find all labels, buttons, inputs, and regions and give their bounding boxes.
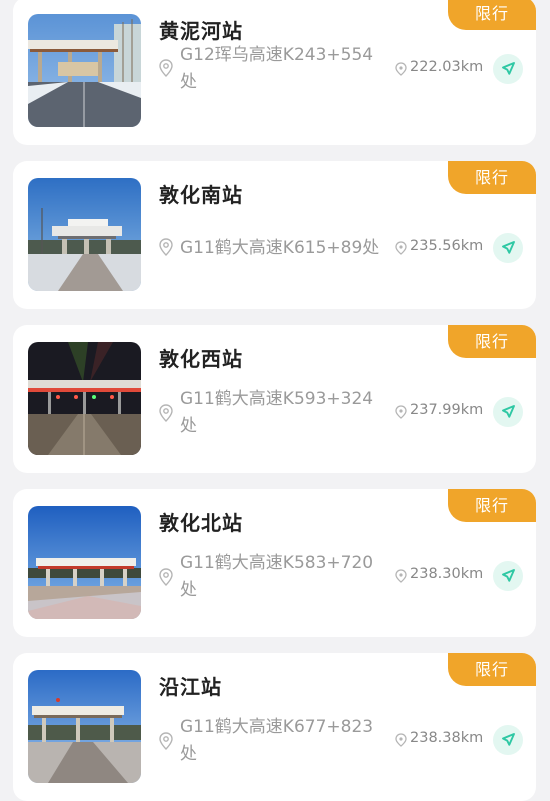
station-photo — [28, 670, 141, 783]
location-pin-icon — [159, 404, 173, 422]
station-distance: 238.30km — [410, 566, 484, 582]
navigate-button[interactable] — [493, 54, 523, 84]
station-photo — [28, 506, 141, 619]
distance-pin-icon — [395, 569, 407, 583]
station-name: 沿江站 — [159, 675, 222, 699]
station-distance: 235.56km — [410, 238, 484, 254]
station-distance: 237.99km — [410, 402, 484, 418]
station-address: G11鹤大高速K583+720处 — [180, 553, 374, 600]
distance-pin-icon — [395, 62, 407, 76]
restriction-badge: 限行 — [448, 489, 536, 522]
station-card[interactable]: 敦化北站 G11鹤大高速K583+720处 238.30km 限行 — [13, 489, 536, 637]
station-address: G12珲乌高速K243+554处 — [180, 45, 374, 92]
restriction-badge: 限行 — [448, 325, 536, 358]
station-address: G11鹤大高速K615+89处 — [180, 238, 380, 258]
navigation-arrow-icon — [502, 241, 515, 254]
navigate-button[interactable] — [493, 561, 523, 591]
station-address: G11鹤大高速K677+823处 — [180, 717, 374, 764]
location-pin-icon — [159, 732, 173, 750]
location-pin-icon — [159, 238, 173, 256]
restriction-badge: 限行 — [448, 0, 536, 30]
navigation-arrow-icon — [502, 733, 515, 746]
restriction-badge: 限行 — [448, 653, 536, 686]
station-name: 敦化北站 — [159, 511, 243, 535]
distance-pin-icon — [395, 733, 407, 747]
station-card[interactable]: 沿江站 G11鹤大高速K677+823处 238.38km 限行 — [13, 653, 536, 801]
navigation-arrow-icon — [502, 569, 515, 582]
station-card[interactable]: 敦化南站 G11鹤大高速K615+89处 235.56km 限行 — [13, 161, 536, 309]
distance-pin-icon — [395, 241, 407, 255]
station-card[interactable]: 黄泥河站 G12珲乌高速K243+554处 222.03km 限行 — [13, 0, 536, 145]
location-pin-icon — [159, 59, 173, 77]
station-photo — [28, 14, 141, 127]
station-distance: 238.38km — [410, 730, 484, 746]
location-pin-icon — [159, 568, 173, 586]
navigate-button[interactable] — [493, 233, 523, 263]
restriction-badge: 限行 — [448, 161, 536, 194]
station-name: 敦化西站 — [159, 347, 243, 371]
station-name: 敦化南站 — [159, 183, 243, 207]
navigation-arrow-icon — [502, 62, 515, 75]
station-card[interactable]: 敦化西站 G11鹤大高速K593+324处 237.99km 限行 — [13, 325, 536, 473]
distance-pin-icon — [395, 405, 407, 419]
station-photo — [28, 342, 141, 455]
navigate-button[interactable] — [493, 397, 523, 427]
station-photo — [28, 178, 141, 291]
station-address: G11鹤大高速K593+324处 — [180, 389, 374, 436]
navigate-button[interactable] — [493, 725, 523, 755]
navigation-arrow-icon — [502, 405, 515, 418]
station-name: 黄泥河站 — [159, 19, 243, 43]
station-distance: 222.03km — [410, 59, 484, 75]
